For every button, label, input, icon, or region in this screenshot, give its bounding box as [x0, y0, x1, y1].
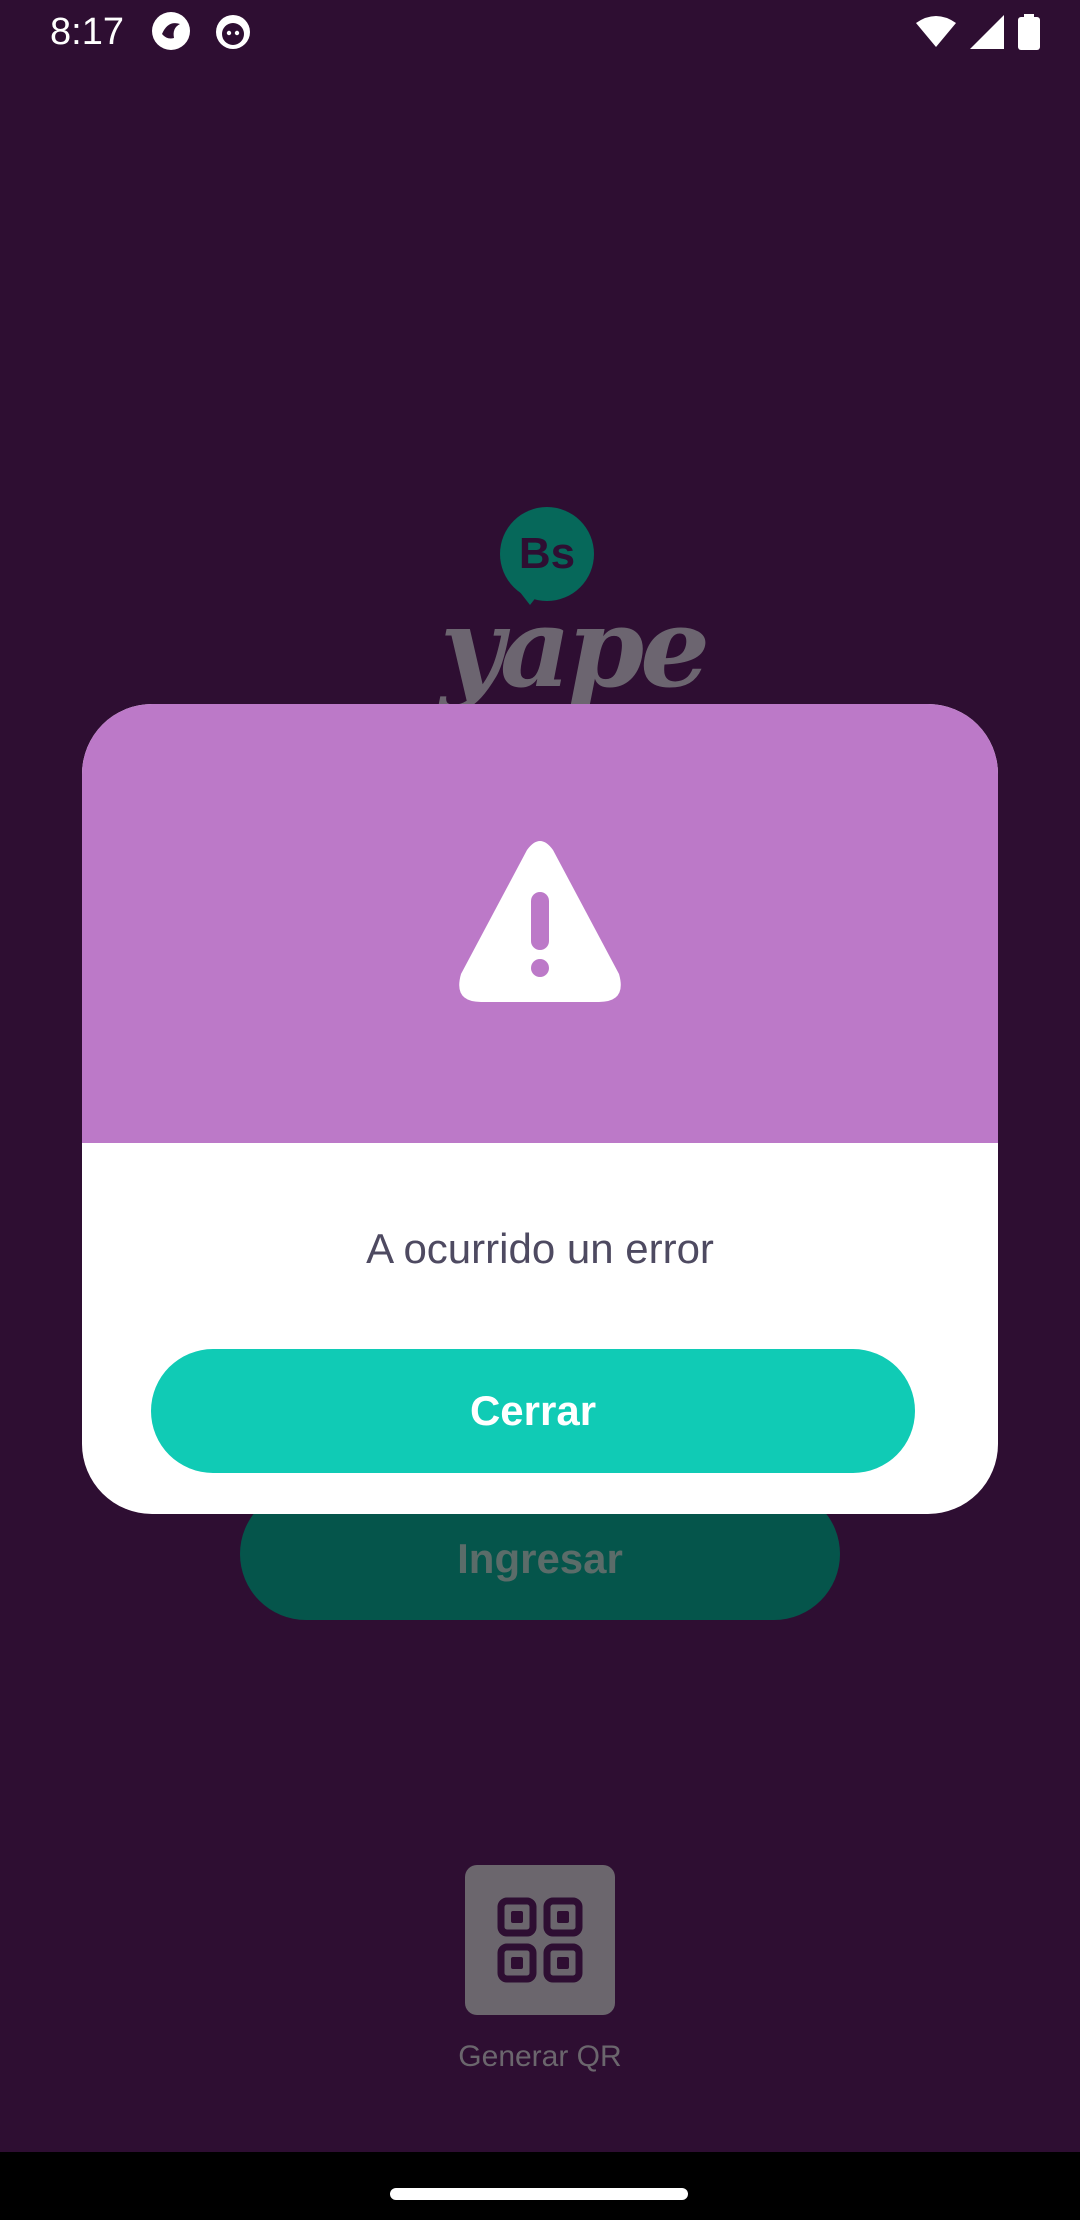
- signal-icon: [970, 15, 1004, 49]
- wifi-icon: [916, 16, 956, 47]
- cat-notification-icon: [216, 15, 250, 49]
- navigation-bar: [0, 2152, 1080, 2220]
- system-status-icons: [916, 12, 1040, 52]
- error-message: A ocurrido un error: [366, 1225, 714, 1272]
- app-notification-icon: [152, 12, 190, 50]
- warning-icon: [459, 841, 621, 1002]
- battery-icon: [1018, 14, 1040, 50]
- error-dialog: A ocurrido un error Cerrar: [82, 704, 998, 1514]
- yape-logo: Bs yape: [440, 505, 710, 712]
- generate-qr-button[interactable]: [465, 1865, 615, 2015]
- cerrar-button[interactable]: Cerrar: [151, 1349, 915, 1473]
- logo-wordmark: yape: [440, 583, 710, 712]
- home-indicator[interactable]: [390, 2188, 688, 2200]
- status-bar: 8:17: [0, 0, 1080, 64]
- dialog-header: [82, 704, 998, 1143]
- qr-grid-icon: [497, 1897, 583, 1983]
- generate-qr-label: Generar QR: [458, 2040, 622, 2073]
- status-time: 8:17: [50, 11, 124, 53]
